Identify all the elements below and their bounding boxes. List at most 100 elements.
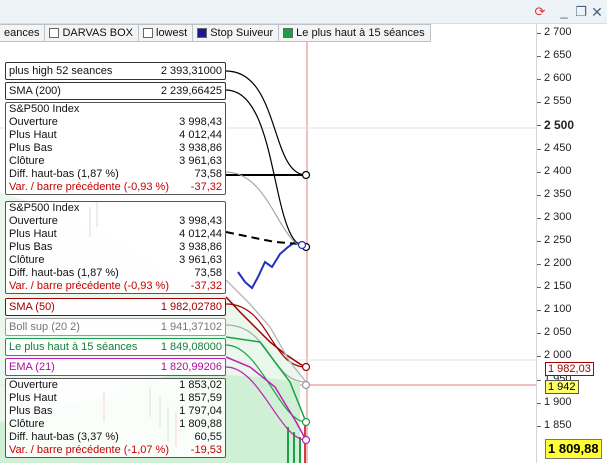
tick-label: 2 350 bbox=[544, 187, 572, 200]
tick-mark bbox=[537, 148, 541, 150]
box-label: Plus Haut bbox=[9, 129, 57, 141]
tick-label: 2 400 bbox=[544, 164, 572, 177]
tick-mark bbox=[537, 217, 541, 219]
sma200-info-box: SMA (200) 2 239,66425 bbox=[5, 82, 226, 100]
box-value: 3 961,63 bbox=[179, 155, 222, 167]
color-swatch-icon bbox=[197, 28, 208, 38]
box-value: 1 853,02 bbox=[179, 379, 222, 391]
box-value: 2 239,66425 bbox=[160, 85, 222, 97]
box-value: 73,58 bbox=[194, 168, 222, 180]
tick-label: 1 850 bbox=[544, 418, 572, 431]
box-value: -19,53 bbox=[190, 444, 222, 456]
box-value: 4 012,44 bbox=[179, 228, 222, 240]
tick-label: 2 250 bbox=[544, 233, 572, 246]
box-value: 4 012,44 bbox=[179, 129, 222, 141]
tick-mark bbox=[537, 171, 541, 173]
box-label: EMA (21) bbox=[9, 361, 55, 373]
box-value: 1 857,59 bbox=[179, 392, 222, 404]
tick-label: 2 000 bbox=[544, 349, 572, 362]
minimize-icon[interactable]: _ bbox=[556, 4, 572, 20]
marker-ema21 bbox=[301, 435, 311, 445]
box-title: S&P500 Index bbox=[9, 103, 80, 115]
high15-info-box: Le plus haut à 15 séances 1 849,08000 bbox=[5, 338, 226, 356]
restore-icon[interactable]: ❐ bbox=[573, 4, 589, 20]
tick-label: 2 200 bbox=[544, 257, 572, 269]
box-label: Diff. haut-bas (1,87 %) bbox=[9, 267, 119, 279]
box-label: Clôture bbox=[9, 254, 45, 266]
box-value: -37,32 bbox=[190, 181, 222, 193]
last-price-badge: 1 809,88 bbox=[545, 439, 602, 459]
box-value: 3 998,43 bbox=[179, 116, 222, 128]
ohlc-info-box-3: Ouverture 1 853,02 Plus Haut 1 857,59 Plus… bbox=[5, 378, 226, 458]
box-label: Var. / barre précédente (-1,07 %) bbox=[9, 444, 169, 456]
box-value: 3 998,43 bbox=[179, 215, 222, 227]
ohlc-info-box-1: S&P500 Index Ouverture 3 998,43 Plus Haut… bbox=[5, 102, 226, 195]
box-value: 1 809,88 bbox=[179, 418, 222, 430]
tick-mark bbox=[537, 240, 541, 242]
box-label: Le plus haut à 15 séances bbox=[9, 341, 138, 353]
box-label: Plus Haut bbox=[9, 392, 57, 404]
legend-label: eances bbox=[4, 27, 40, 39]
box-value: 3 938,86 bbox=[179, 142, 222, 154]
tick-mark bbox=[537, 125, 541, 127]
box-label: Var. / barre précédente (-0,93 %) bbox=[9, 280, 169, 292]
legend-item-darvas-box[interactable]: DARVAS BOX bbox=[45, 24, 139, 42]
tick-mark bbox=[537, 379, 541, 381]
box-label: Ouverture bbox=[9, 215, 58, 227]
tick-mark bbox=[537, 356, 541, 358]
box-label: Diff. haut-bas (1,87 %) bbox=[9, 168, 119, 180]
marker-high15 bbox=[301, 417, 311, 427]
tick-label: 2 450 bbox=[544, 141, 572, 154]
box-value: 2 393,31000 bbox=[160, 65, 222, 77]
ohlc-info-box-2: S&P500 Index Ouverture 3 998,43 Plus Haut… bbox=[5, 201, 226, 294]
tick-mark bbox=[537, 102, 541, 104]
color-swatch-icon bbox=[283, 28, 294, 38]
tick-label: 2 550 bbox=[544, 95, 572, 108]
tick-mark bbox=[537, 310, 541, 312]
refresh-icon[interactable]: ⟳ bbox=[532, 4, 548, 20]
box-label: Plus Haut bbox=[9, 228, 57, 240]
tick-mark bbox=[537, 287, 541, 289]
tick-mark bbox=[537, 425, 541, 427]
legend-item-lowest[interactable]: lowest bbox=[139, 24, 194, 42]
tick-mark bbox=[537, 33, 541, 34]
box-label: Clôture bbox=[9, 155, 45, 167]
box-title: S&P500 Index bbox=[9, 202, 80, 214]
legend-label: lowest bbox=[156, 27, 188, 39]
close-icon[interactable]: ✕ bbox=[589, 4, 605, 20]
marker-sma50 bbox=[301, 362, 311, 372]
color-swatch-icon bbox=[49, 28, 60, 38]
box-label: Plus Bas bbox=[9, 405, 53, 417]
box-label: Diff. haut-bas (3,37 %) bbox=[9, 431, 119, 443]
box-label: SMA (50) bbox=[9, 301, 55, 313]
high52-info-box: plus high 52 seances 2 393,31000 bbox=[5, 62, 226, 80]
box-label: Ouverture bbox=[9, 379, 58, 391]
box-value: -37,32 bbox=[190, 280, 222, 292]
box-label: Ouverture bbox=[9, 116, 58, 128]
box-value: 1 982,02780 bbox=[160, 301, 222, 313]
box-value: 3 938,86 bbox=[179, 241, 222, 253]
tick-label: 2 700 bbox=[544, 26, 572, 38]
box-label: Clôture bbox=[9, 418, 45, 430]
legend-item-plus-haut-15[interactable]: Le plus haut à 15 séances bbox=[279, 24, 431, 42]
sma50-value-badge: 1 982,03 bbox=[545, 362, 594, 376]
box-label: Var. / barre précédente (-0,93 %) bbox=[9, 181, 169, 193]
box-value: 1 849,08000 bbox=[160, 341, 222, 353]
ema21-info-box: EMA (21) 1 820,99206 bbox=[5, 358, 226, 376]
tick-label: 2 500 bbox=[544, 118, 575, 133]
tick-label: 2 300 bbox=[544, 210, 572, 223]
box-value: 1 820,99206 bbox=[160, 361, 222, 373]
box-value: 60,55 bbox=[194, 431, 222, 443]
cursor-price-badge: 1 942 bbox=[545, 380, 579, 394]
legend-label: Le plus haut à 15 séances bbox=[296, 27, 425, 39]
legend-item-seances[interactable]: eances bbox=[0, 24, 46, 42]
indicator-legend: eances DARVAS BOX lowest Stop Suiveur Le… bbox=[0, 24, 431, 42]
connector-sma200 bbox=[225, 89, 307, 248]
tick-label: 2 050 bbox=[544, 326, 572, 339]
price-axis[interactable]: 2 700 2 650 2 600 2 550 2 500 2 450 2 400 2 350… bbox=[536, 24, 607, 463]
box-value: 1 797,04 bbox=[179, 405, 222, 417]
legend-item-stop-suiveur[interactable]: Stop Suiveur bbox=[193, 24, 280, 42]
tick-label: 2 600 bbox=[544, 72, 572, 85]
legend-label: Stop Suiveur bbox=[210, 27, 274, 39]
box-label: Plus Bas bbox=[9, 241, 53, 253]
